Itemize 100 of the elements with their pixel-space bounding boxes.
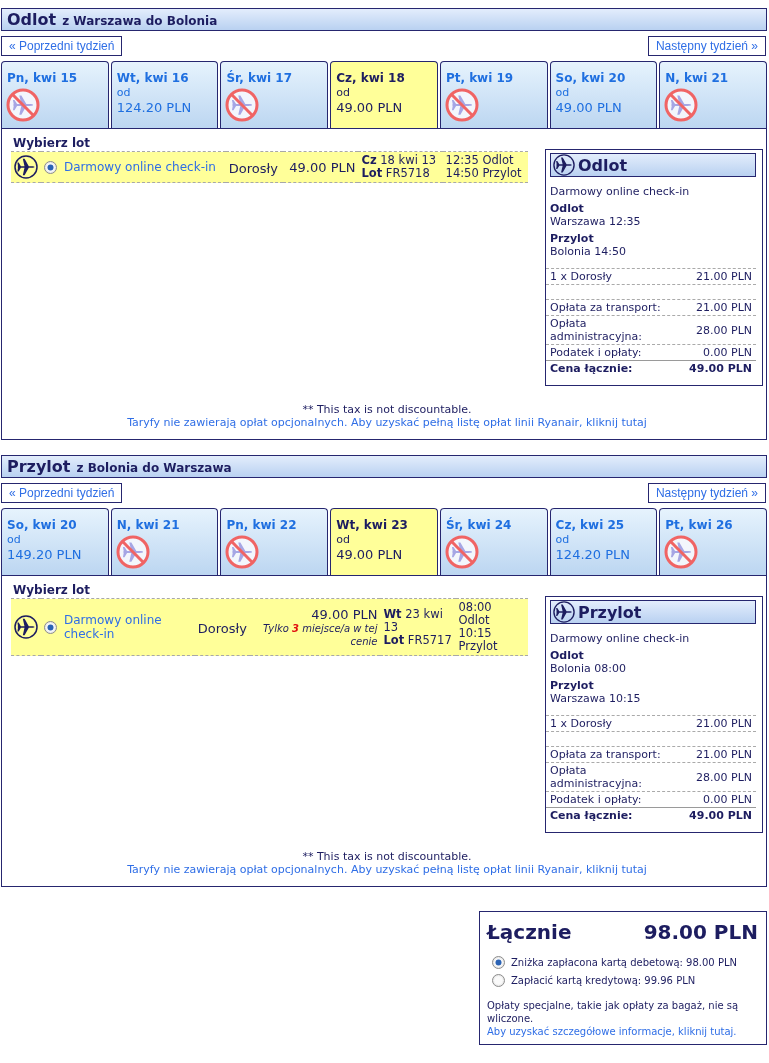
cost-label: Podatek i opłaty:	[550, 346, 642, 359]
price-text: 124.20 PLN	[116, 99, 192, 116]
day-label: Pn, kwi 22	[226, 518, 297, 533]
day-tab[interactable]: Wt, kwi 16 od 124.20 PLN	[110, 61, 219, 128]
details-link[interactable]: Aby uzyskać szczegółowe informacje, kliknij tutaj.	[487, 1025, 737, 1038]
arrival-time: 14:50 Przylot	[445, 167, 523, 180]
summary-title: Odlot	[578, 155, 628, 175]
price-text: 49.00 PLN	[336, 99, 403, 116]
day-tab[interactable]: Śr, kwi 24	[439, 508, 548, 575]
seats-left-note: Tylko 3 miejsce/a w tej cenie	[262, 621, 378, 648]
arrival-time: 10:15 Przylot	[458, 627, 499, 653]
day-label: N, kwi 21	[665, 71, 729, 86]
from-label: od	[336, 533, 350, 546]
cost-label: 1 x Dorosły	[550, 270, 613, 283]
day-tab[interactable]: Wt, kwi 23 od 49.00 PLN	[330, 508, 438, 575]
flight-date: Wt 23 kwi 13	[383, 607, 444, 634]
flight-number: Lot FR5717	[383, 633, 453, 647]
passenger-type: Dorosły	[197, 620, 247, 636]
day-label: So, kwi 20	[555, 71, 626, 86]
stop-label: Odlot	[549, 649, 585, 662]
plane-icon	[14, 615, 38, 639]
crossed-plane-icon	[115, 535, 150, 569]
cost-label: Opłata za transport:	[550, 301, 661, 314]
crossed-plane-icon	[225, 88, 260, 122]
plane-icon	[14, 155, 38, 179]
from-label: od	[7, 533, 21, 546]
day-tab[interactable]: So, kwi 20 od 49.00 PLN	[549, 61, 658, 128]
day-tab[interactable]: So, kwi 20 od 149.20 PLN	[1, 508, 109, 575]
day-label: Pt, kwi 26	[665, 518, 733, 533]
previous-week-button[interactable]: « Poprzedni tydzień	[1, 36, 123, 56]
flight-option-row[interactable]: Darmowy online check-in Dorosły 49.00 PLN Cz 18 kwi 13 Lot FR5718 12:35 Odlot 14:50 Przylot	[11, 151, 528, 183]
grand-total-amount: 98.00 PLN	[643, 920, 758, 944]
day-label: So, kwi 20	[7, 518, 77, 533]
section-title: Odlot	[7, 9, 57, 30]
total-label: Cena łącznie:	[550, 809, 633, 822]
day-label: N, kwi 21	[116, 518, 180, 533]
plane-icon	[553, 601, 575, 623]
cost-label: Opłata za transport:	[550, 748, 661, 761]
cost-amount: 0.00 PLN	[703, 346, 752, 359]
from-label: od	[555, 86, 570, 99]
stop-label: Przylot	[549, 232, 595, 245]
passenger-type: Dorosły	[228, 160, 278, 176]
fare-link[interactable]: Darmowy online check-in	[64, 613, 192, 641]
payment-option-label: Zapłacić kartą kredytową: 99.96 PLN	[511, 974, 696, 987]
day-label: Pn, kwi 15	[7, 71, 78, 86]
day-tab[interactable]: N, kwi 21	[659, 61, 768, 128]
fees-link[interactable]: Taryfy nie zawierają opłat opcjonalnych. Aby uzyskać pełną listę opłat linii Ryanair, kliknij tutaj	[127, 416, 647, 429]
total-amount: 49.00 PLN	[689, 362, 752, 375]
price-text: 49.00 PLN	[336, 546, 403, 563]
radio-button[interactable]	[44, 160, 57, 174]
fare-name: Darmowy online check-in	[549, 185, 691, 198]
stop-value: Warszawa 10:15	[549, 692, 642, 705]
fare-link[interactable]: Darmowy online check-in	[64, 160, 223, 174]
next-week-button[interactable]: Następny tydzień »	[647, 36, 766, 56]
crossed-plane-icon	[444, 535, 479, 569]
cost-label: 1 x Dorosły	[550, 717, 613, 730]
from-label: od	[555, 533, 570, 546]
day-label: Wt, kwi 23	[336, 518, 408, 533]
day-tab[interactable]: Pt, kwi 26	[659, 508, 768, 575]
radio-button[interactable]	[44, 620, 57, 634]
radio-button[interactable]	[492, 974, 505, 987]
day-tab[interactable]: Pn, kwi 22	[220, 508, 329, 575]
fees-note: Opłaty specjalne, takie jak opłaty za bagaż, nie są wliczone.	[487, 1000, 739, 1024]
day-tab[interactable]: Śr, kwi 17	[220, 61, 329, 128]
stop-label: Przylot	[549, 679, 595, 692]
day-tab[interactable]: Pn, kwi 15	[1, 61, 109, 128]
crossed-plane-icon	[444, 88, 479, 122]
tax-note: ** This tax is not discountable.	[302, 403, 472, 416]
day-label: Cz, kwi 25	[555, 518, 625, 533]
radio-button[interactable]	[492, 956, 505, 969]
cost-amount: 21.00 PLN	[696, 748, 752, 761]
from-label: od	[116, 86, 131, 99]
stop-value: Warszawa 12:35	[549, 215, 642, 228]
fees-link[interactable]: Taryfy nie zawierają opłat opcjonalnych. Aby uzyskać pełną listę opłat linii Ryanair, kliknij tutaj	[127, 863, 647, 876]
day-label: Cz, kwi 18	[336, 71, 405, 86]
next-week-button[interactable]: Następny tydzień »	[647, 483, 766, 503]
stop-label: Odlot	[549, 202, 585, 215]
day-tab[interactable]: Cz, kwi 18 od 49.00 PLN	[330, 61, 438, 128]
day-tab[interactable]: N, kwi 21	[110, 508, 219, 575]
departure-time: 12:35 Odlot	[445, 154, 515, 167]
day-tab[interactable]: Pt, kwi 19	[439, 61, 548, 128]
cost-amount: 28.00 PLN	[696, 323, 752, 337]
cost-label: Opłata administracyjna:	[550, 317, 643, 343]
cost-amount: 21.00 PLN	[696, 301, 752, 314]
choose-flight-label: Wybierz lot	[12, 583, 91, 597]
cost-amount: 21.00 PLN	[696, 270, 752, 283]
from-label: od	[336, 86, 350, 99]
price-text: 49.00 PLN	[555, 99, 622, 116]
departure-time: 08:00 Odlot	[458, 601, 493, 627]
flight-price: 49.00 PLN	[310, 606, 378, 622]
previous-week-button[interactable]: « Poprzedni tydzień	[1, 483, 123, 503]
grand-total-label: Łącznie	[487, 920, 572, 944]
stop-value: Bolonia 14:50	[549, 245, 628, 258]
day-label: Śr, kwi 17	[226, 71, 293, 86]
plane-icon	[553, 154, 575, 176]
day-tab[interactable]: Cz, kwi 25 od 124.20 PLN	[549, 508, 658, 575]
summary-title: Przylot	[578, 602, 642, 622]
cost-label: Opłata administracyjna:	[550, 764, 643, 790]
flight-number: Lot FR5718	[361, 167, 431, 180]
crossed-plane-icon	[225, 535, 260, 569]
